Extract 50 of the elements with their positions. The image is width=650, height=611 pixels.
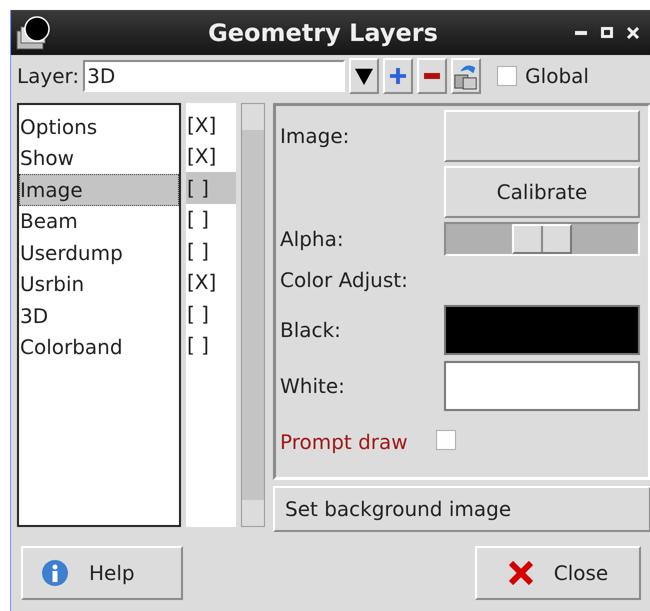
slider-thumb[interactable] [512,224,572,254]
layers-button[interactable] [451,58,482,94]
info-icon [41,559,69,587]
global-label: Global [525,64,589,88]
close-button[interactable]: Close [475,546,641,600]
calibrate-button[interactable]: Calibrate [444,166,640,218]
layer-item[interactable]: Beam [19,206,179,237]
prompt-draw-label: Prompt draw [280,429,409,456]
layer-item[interactable]: Colorband [19,332,179,363]
layer-label: Layer: [17,64,80,88]
layer-flag[interactable]: [ ] [187,333,209,358]
layer-field[interactable]: 3D [83,60,346,92]
minimize-icon[interactable] [575,30,587,34]
color-adjust-label: Color Adjust: [280,267,409,294]
layer-item[interactable]: 3D [19,300,179,332]
add-button[interactable] [383,58,414,94]
layer-flag[interactable]: [X] [187,270,216,294]
shade-swatch[interactable] [444,361,640,411]
layer-item[interactable]: Options [19,111,179,142]
checkbox[interactable] [436,430,456,450]
shade-label: White: [280,373,346,400]
alpha-label: Alpha: [280,227,345,251]
remove-button[interactable] [417,58,448,94]
layer-flag[interactable]: [ ] [187,238,209,263]
layer-flag[interactable]: [ ] [187,302,209,326]
window-title: Geometry Layers [207,18,439,46]
image-button[interactable] [444,110,640,162]
set-background-button[interactable]: Set background image [273,486,650,532]
caret-icon [355,67,374,85]
alpha-slider[interactable] [444,222,640,256]
layer-flag[interactable]: [X] [187,112,216,137]
layer-item[interactable]: Show [19,142,179,174]
scrollbar[interactable] [241,103,265,527]
layer-item[interactable]: Image [19,174,179,206]
image-label: Image: [280,123,350,150]
shade-swatch[interactable] [444,305,640,355]
layer-flag[interactable]: [ ] [187,207,209,232]
close-icon[interactable] [627,26,639,38]
shade-label: Black: [280,317,342,344]
maximize-icon[interactable] [601,27,613,38]
layer-flag[interactable]: [X] [187,144,216,168]
layer-item[interactable]: Usrbin [19,268,179,300]
cross-icon [508,560,534,586]
plus-icon [390,68,406,84]
checkbox[interactable] [497,66,518,86]
minus-icon [424,73,440,79]
layer-item[interactable]: Userdump [19,237,179,268]
app-icon [15,14,51,50]
help-button[interactable]: Help [21,546,183,600]
dropdown-button[interactable] [349,58,380,94]
